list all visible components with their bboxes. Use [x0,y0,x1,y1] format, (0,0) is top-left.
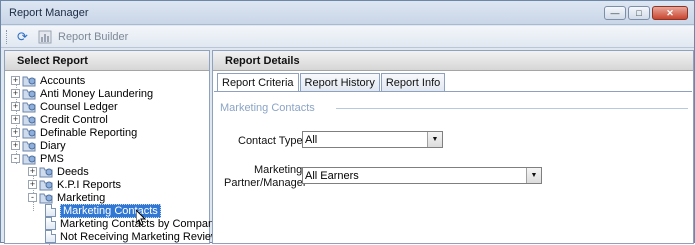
report-document-icon [45,204,56,217]
tab-report-criteria[interactable]: Report Criteria [217,73,299,92]
report-details-header: Report Details [213,51,693,71]
tree-item-label: Definable Reporting [40,126,138,139]
window-controls: — □ ✕ [604,6,688,20]
tree-item[interactable]: - Marketing [28,191,105,204]
partner-label-line2: Partner/Manager [224,177,307,189]
report-folder-icon [39,180,53,190]
maximize-button[interactable]: □ [628,6,650,20]
expand-icon[interactable]: + [11,141,20,150]
close-icon: ✕ [666,7,674,18]
window-title: Report Manager [9,7,89,19]
tree-item[interactable]: - PMS [11,152,64,165]
expand-icon[interactable]: + [28,167,37,176]
tree-item-label: Accounts [40,74,86,87]
report-folder-icon [22,102,36,112]
expand-icon[interactable]: + [28,180,37,189]
report-tabs: Report Criteria Report History Report In… [217,73,446,92]
expand-icon[interactable]: + [11,102,20,111]
report-folder-icon [39,167,53,177]
select-report-header: Select Report [5,51,209,71]
contact-type-select[interactable]: All ▼ [302,131,443,148]
partner-manager-select[interactable]: All Earners ▼ [302,167,542,184]
contact-type-value: All [305,134,318,146]
report-document-icon [45,230,56,243]
report-folder-icon [22,141,36,151]
toolbar-grip[interactable] [6,30,9,44]
tree-item[interactable]: + Definable Reporting [11,126,137,139]
refresh-icon[interactable]: ⟳ [17,30,31,44]
collapse-icon[interactable]: - [11,154,20,163]
report-folder-icon [39,193,53,203]
tree-item-label: Credit Control [40,113,108,126]
dropdown-arrow-icon[interactable]: ▼ [526,168,541,183]
section-title: Marketing Contacts [220,102,315,114]
mouse-cursor-icon [136,210,146,226]
partner-label-line1: Marketing [254,164,303,176]
tree-item[interactable]: + Counsel Ledger [11,100,118,113]
tab-report-history[interactable]: Report History [299,73,380,91]
tree-item-label: Deeds [57,165,89,178]
tree-item[interactable]: Not Receiving Marketing Review [45,230,219,243]
minimize-icon: — [610,8,620,18]
expand-icon[interactable]: + [11,89,20,98]
report-folder-icon [22,115,36,125]
tree-item[interactable]: Marketing Contacts by Company [45,217,220,230]
contact-type-label: Contact Type [238,135,303,147]
tree-item[interactable]: + Anti Money Laundering [11,87,153,100]
tab-report-info[interactable]: Report Info [380,73,446,91]
report-folder-icon [22,76,36,86]
dropdown-arrow-icon[interactable]: ▼ [427,132,442,147]
toolbar: ⟳ Report Builder [1,26,694,48]
tree-item-label: PMS [40,152,64,165]
report-manager-window: Report Manager — □ ✕ ⟳ Report Builder Se… [0,0,695,245]
expand-icon[interactable]: + [11,128,20,137]
collapse-icon[interactable]: - [28,193,37,202]
tree-item[interactable]: + Deeds [28,165,89,178]
tree-item[interactable]: + K.P.I Reports [28,178,121,191]
report-folder-icon [22,89,36,99]
tree-item-label: K.P.I Reports [57,178,121,191]
tree-item[interactable]: + Diary [11,139,66,152]
partner-manager-value: All Earners [305,170,359,182]
select-report-panel: Select Report + Accounts + Anti Money Laund… [4,50,220,245]
maximize-icon: □ [636,8,642,18]
report-document-icon [45,217,56,230]
report-details-panel: Report Details Report Criteria Report Hi… [212,50,694,244]
report-folder-icon [22,154,36,164]
report-folder-icon [22,128,36,138]
section-divider [336,108,688,109]
expand-icon[interactable]: + [11,115,20,124]
expand-icon[interactable]: + [11,76,20,85]
tree-item-label: Counsel Ledger [40,100,118,113]
tree-item-label: Diary [40,139,66,152]
title-bar[interactable]: Report Manager — □ ✕ [1,1,694,25]
minimize-button[interactable]: — [604,6,626,20]
tree-item-label: Anti Money Laundering [40,87,154,100]
tree-item[interactable]: + Credit Control [11,113,108,126]
tree-item-label: Marketing [57,191,106,204]
close-button[interactable]: ✕ [652,6,688,20]
tree-item-label: Not Receiving Marketing Review [60,230,219,243]
tree-item[interactable]: + Accounts [11,74,85,87]
report-builder-button[interactable]: Report Builder [58,31,128,43]
report-criteria-body: Marketing Contacts Contact Type All ▼ Ma… [214,91,692,243]
report-builder-icon[interactable] [38,30,52,44]
